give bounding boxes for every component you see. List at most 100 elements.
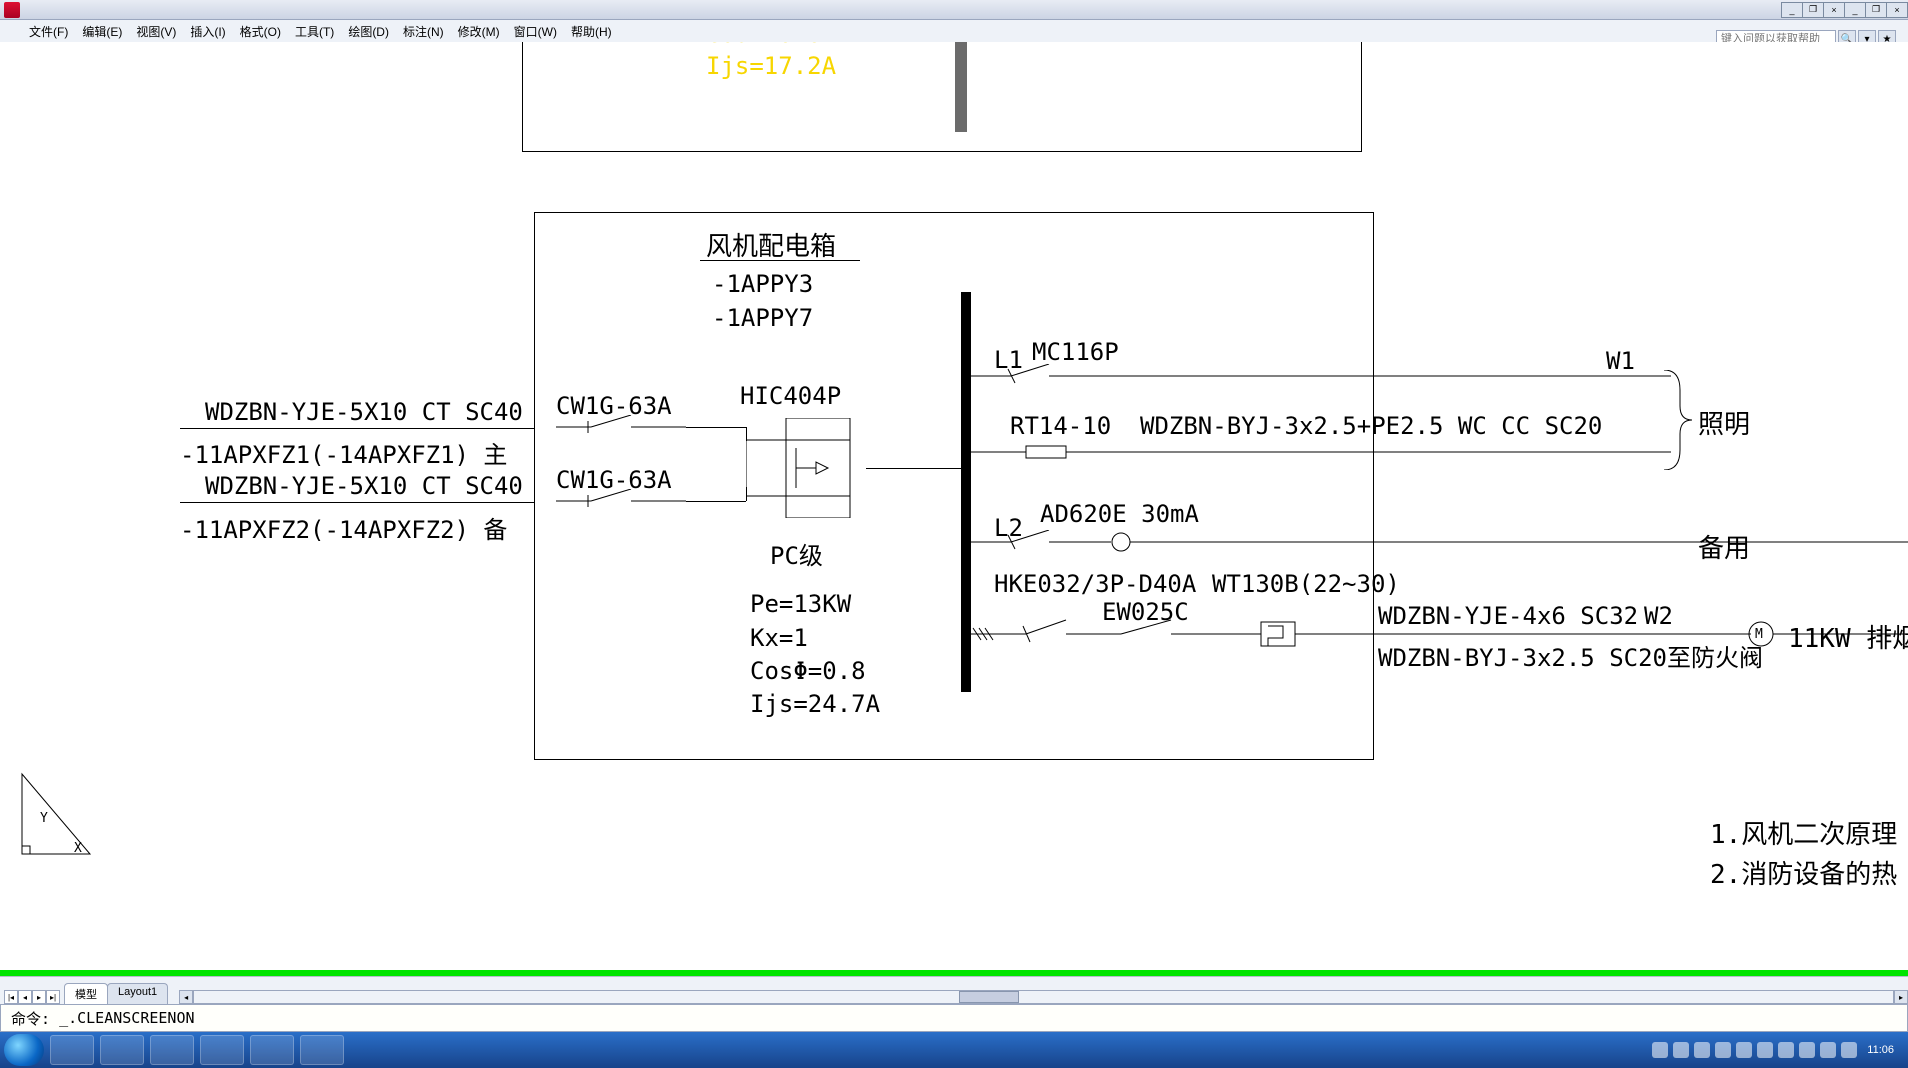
panel-cos: CosΦ=0.8 — [750, 657, 866, 685]
command-prompt: 命令: — [11, 1008, 50, 1029]
l1-cable: WDZBN-BYJ-3x2.5+PE2.5 WC CC SC20 — [1140, 412, 1602, 440]
doc-restore-button[interactable]: ❐ — [1802, 2, 1824, 18]
menu-dim[interactable]: 标注(N) — [396, 23, 451, 40]
menu-edit[interactable]: 编辑(E) — [75, 23, 129, 40]
wire-ats-out — [866, 468, 961, 469]
task-app-4[interactable] — [200, 1035, 244, 1065]
hscroll-right-icon[interactable]: ▸ — [1894, 990, 1908, 1004]
l3-wtag: W2 — [1644, 602, 1673, 630]
tray-icon[interactable] — [1841, 1042, 1857, 1058]
upper-panel-box — [522, 42, 1362, 152]
tray-icon[interactable] — [1673, 1042, 1689, 1058]
breaker-main-icon — [556, 415, 686, 435]
l3-cable2: WDZBN-BYJ-3x2.5 SC20至防火阀 — [1378, 638, 1763, 673]
system-tray: 11:06 — [1647, 1032, 1908, 1068]
incoming-backup-line — [180, 502, 534, 503]
ucs-icon: YX — [18, 768, 98, 858]
panel-title: 风机配电箱 — [706, 226, 836, 263]
l2-dest: 备用 — [1698, 528, 1750, 565]
tray-icon[interactable] — [1778, 1042, 1794, 1058]
tray-icon[interactable] — [1757, 1042, 1773, 1058]
ats-icon — [746, 418, 866, 518]
task-app-1[interactable] — [50, 1035, 94, 1065]
l1-fuse: RT14-10 — [1010, 412, 1111, 440]
start-orb-icon[interactable] — [4, 1034, 44, 1066]
panel-id1: -1APPY3 — [712, 270, 813, 298]
taskbar: 11:06 — [0, 1032, 1908, 1068]
panel-id2: -1APPY7 — [712, 304, 813, 332]
cable-backup: WDZBN-YJE-5X10 CT SC40 — [205, 472, 523, 500]
tray-icon[interactable] — [1799, 1042, 1815, 1058]
cable-main: WDZBN-YJE-5X10 CT SC40 — [205, 398, 523, 426]
panel-pe: Pe=13KW — [750, 590, 851, 618]
tray-icon[interactable] — [1820, 1042, 1836, 1058]
drawing-canvas[interactable]: CosΦ=0.8 Ijs=17.2A 风机配电箱 -1APPY3 -1APPY7… — [0, 42, 1908, 968]
tray-icon[interactable] — [1652, 1042, 1668, 1058]
menu-help[interactable]: 帮助(H) — [564, 23, 619, 40]
hscroll-left-icon[interactable]: ◂ — [179, 990, 193, 1004]
tray-icon[interactable] — [1715, 1042, 1731, 1058]
tray-icon[interactable] — [1694, 1042, 1710, 1058]
l1-bracket-icon — [1664, 370, 1692, 470]
l1-mcb: MC116P — [1032, 338, 1119, 366]
tab-first-icon[interactable]: |◂ — [4, 990, 18, 1004]
l2-rcd: AD620E 30mA — [1040, 500, 1199, 528]
titlebar: _ ❐ × _ ❐ × — [0, 0, 1908, 20]
upper-switch-icon — [990, 42, 1130, 52]
wire-to-ats-top — [686, 427, 746, 428]
tab-last-icon[interactable]: ▸| — [46, 990, 60, 1004]
l1-dest: 照明 — [1698, 404, 1750, 441]
l3-mccb: HKE032/3P-D40A — [994, 570, 1196, 598]
menu-view[interactable]: 视图(V) — [129, 23, 183, 40]
hscrollbar[interactable]: ◂ ▸ — [179, 990, 1908, 1004]
app-restore-button[interactable]: ❐ — [1865, 2, 1887, 18]
upper-busbar — [955, 42, 967, 132]
task-app-2[interactable] — [100, 1035, 144, 1065]
app-close-button[interactable]: × — [1886, 2, 1908, 18]
task-app-5[interactable] — [250, 1035, 294, 1065]
menubar: 文件(F) 编辑(E) 视图(V) 插入(I) 格式(O) 工具(T) 绘图(D… — [0, 20, 1908, 42]
wire-to-ats-bot — [686, 501, 746, 502]
menu-draw[interactable]: 绘图(D) — [341, 23, 396, 40]
app-minimize-button[interactable]: _ — [1844, 2, 1866, 18]
tab-next-icon[interactable]: ▸ — [32, 990, 46, 1004]
upper-ijs: Ijs=17.2A — [706, 52, 836, 80]
tab-layout1[interactable]: Layout1 — [107, 983, 168, 1004]
incoming-main-line — [180, 428, 534, 429]
menu-modify[interactable]: 修改(M) — [451, 23, 507, 40]
busbar — [961, 292, 971, 692]
tab-prev-icon[interactable]: ◂ — [18, 990, 32, 1004]
ats-label: HIC404P — [740, 382, 841, 410]
breaker-backup-icon — [556, 489, 686, 509]
menu-format[interactable]: 格式(O) — [233, 23, 288, 40]
command-line[interactable]: 命令: _.CLEANSCREENON — [0, 1004, 1908, 1032]
menu-tools[interactable]: 工具(T) — [288, 23, 341, 40]
menu-window[interactable]: 窗口(W) — [507, 23, 564, 40]
command-text: _.CLEANSCREENON — [59, 1009, 194, 1027]
task-app-6[interactable] — [300, 1035, 344, 1065]
model-layout-tabs: |◂ ◂ ▸ ▸| 模型 Layout1 ◂ ▸ — [0, 976, 1908, 1004]
panel-kx: Kx=1 — [750, 624, 808, 652]
upper-cos: CosΦ=0.8 — [706, 42, 822, 48]
clock[interactable]: 11:06 — [1867, 1044, 1894, 1056]
app-icon — [4, 2, 20, 18]
menu-file[interactable]: 文件(F) — [22, 23, 75, 40]
title-underline — [700, 260, 860, 261]
note-1: 1.风机二次原理 — [1710, 814, 1897, 851]
source-backup: -11APXFZ2(-14APXFZ2) 备 — [180, 510, 507, 545]
hscroll-thumb[interactable] — [959, 991, 1019, 1003]
l2-line — [971, 530, 1908, 554]
hscroll-track[interactable] — [193, 990, 1894, 1004]
ats-class: PC级 — [770, 536, 823, 571]
doc-close-button[interactable]: × — [1823, 2, 1845, 18]
menu-insert[interactable]: 插入(I) — [183, 23, 232, 40]
l1-switch-line — [971, 364, 1671, 386]
tab-model[interactable]: 模型 — [64, 983, 108, 1004]
panel-ijs: Ijs=24.7A — [750, 690, 880, 718]
tray-icon[interactable] — [1736, 1042, 1752, 1058]
l3-cable1: WDZBN-YJE-4x6 SC32 — [1378, 602, 1638, 630]
doc-minimize-button[interactable]: _ — [1781, 2, 1803, 18]
task-app-3[interactable] — [150, 1035, 194, 1065]
svg-text:X: X — [74, 841, 82, 856]
l3-thermal: WT130B(22~30) — [1212, 570, 1400, 598]
